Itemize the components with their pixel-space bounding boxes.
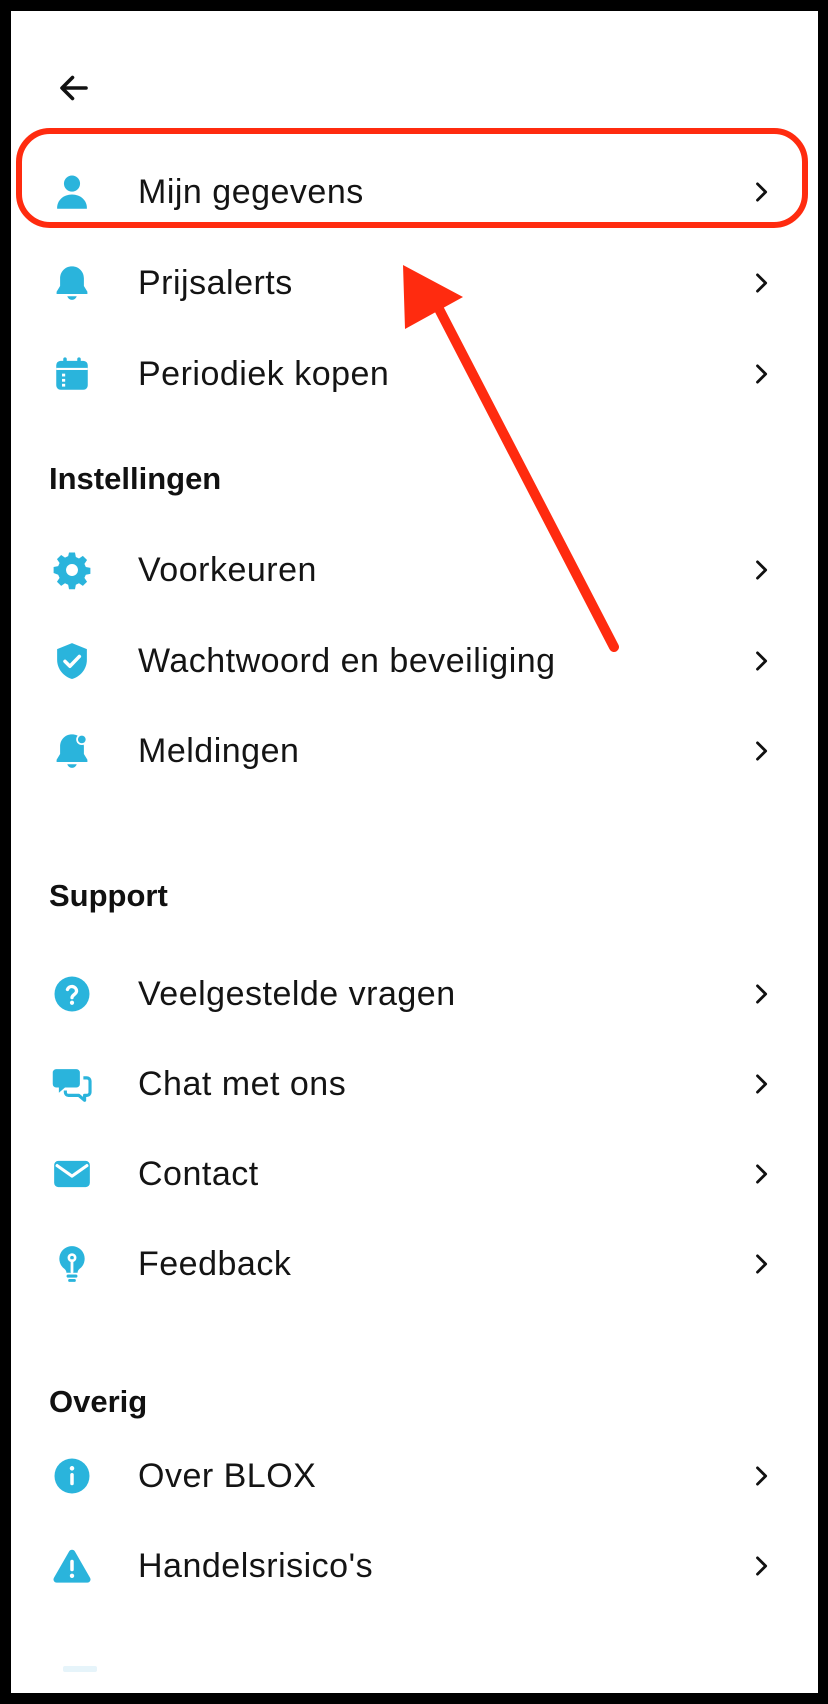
info-icon bbox=[49, 1453, 95, 1499]
menu-item-chat-met-ons[interactable]: Chat met ons bbox=[11, 1039, 818, 1129]
question-icon bbox=[49, 971, 95, 1017]
menu-item-label: Over BLOX bbox=[138, 1457, 317, 1495]
menu-item-label: Feedback bbox=[138, 1245, 292, 1283]
chevron-right-icon bbox=[747, 178, 775, 206]
menu-item-label: Wachtwoord en beveiliging bbox=[138, 642, 556, 680]
menu-item-feedback[interactable]: Feedback bbox=[11, 1219, 818, 1309]
menu-item-veelgestelde-vragen[interactable]: Veelgestelde vragen bbox=[11, 949, 818, 1039]
menu-item-voorkeuren[interactable]: Voorkeuren bbox=[11, 525, 818, 615]
menu-item-periodiek-kopen[interactable]: Periodiek kopen bbox=[11, 329, 818, 419]
mail-icon bbox=[49, 1151, 95, 1197]
settings-screen: Mijn gegevens Prijsalerts Periodiek kope… bbox=[11, 11, 818, 1693]
gear-icon bbox=[49, 547, 95, 593]
chat-bubbles-icon bbox=[49, 1061, 95, 1107]
chevron-right-icon bbox=[747, 1250, 775, 1278]
menu-item-label: Voorkeuren bbox=[138, 551, 317, 589]
menu-item-label: Meldingen bbox=[138, 732, 300, 770]
arrow-left-icon bbox=[60, 75, 88, 101]
chevron-right-icon bbox=[747, 980, 775, 1008]
partial-next-item bbox=[63, 1666, 97, 1672]
menu-item-label: Handelsrisico's bbox=[138, 1547, 374, 1585]
chevron-right-icon bbox=[747, 1552, 775, 1580]
menu-item-prijsalerts[interactable]: Prijsalerts bbox=[11, 238, 818, 328]
menu-item-label: Veelgestelde vragen bbox=[138, 975, 456, 1013]
section-title-overig: Overig bbox=[49, 1384, 148, 1419]
menu-item-contact[interactable]: Contact bbox=[11, 1129, 818, 1219]
menu-item-label: Periodiek kopen bbox=[138, 355, 390, 393]
chevron-right-icon bbox=[747, 737, 775, 765]
menu-item-handelsrisicos[interactable]: Handelsrisico's bbox=[11, 1521, 818, 1611]
chevron-right-icon bbox=[747, 269, 775, 297]
chevron-right-icon bbox=[747, 1462, 775, 1490]
menu-item-mijn-gegevens[interactable]: Mijn gegevens bbox=[11, 147, 818, 237]
section-title-support: Support bbox=[49, 878, 168, 913]
shield-check-icon bbox=[49, 638, 95, 684]
lightbulb-icon bbox=[49, 1241, 95, 1287]
menu-item-label: Mijn gegevens bbox=[138, 173, 364, 211]
menu-item-meldingen[interactable]: Meldingen bbox=[11, 706, 818, 796]
notification-bell-icon bbox=[49, 728, 95, 774]
menu-item-label: Chat met ons bbox=[138, 1065, 347, 1103]
warning-icon bbox=[49, 1543, 95, 1589]
back-button[interactable] bbox=[49, 63, 99, 113]
user-icon bbox=[49, 169, 95, 215]
chevron-right-icon bbox=[747, 647, 775, 675]
chevron-right-icon bbox=[747, 1070, 775, 1098]
section-title-instellingen: Instellingen bbox=[49, 461, 222, 496]
chevron-right-icon bbox=[747, 360, 775, 388]
chevron-right-icon bbox=[747, 1160, 775, 1188]
bell-icon bbox=[49, 260, 95, 306]
chevron-right-icon bbox=[747, 556, 775, 584]
menu-item-wachtwoord-en-beveiliging[interactable]: Wachtwoord en beveiliging bbox=[11, 616, 818, 706]
menu-item-label: Prijsalerts bbox=[138, 264, 293, 302]
menu-item-label: Contact bbox=[138, 1155, 259, 1193]
menu-item-over-blox[interactable]: Over BLOX bbox=[11, 1431, 818, 1521]
calendar-icon bbox=[49, 351, 95, 397]
